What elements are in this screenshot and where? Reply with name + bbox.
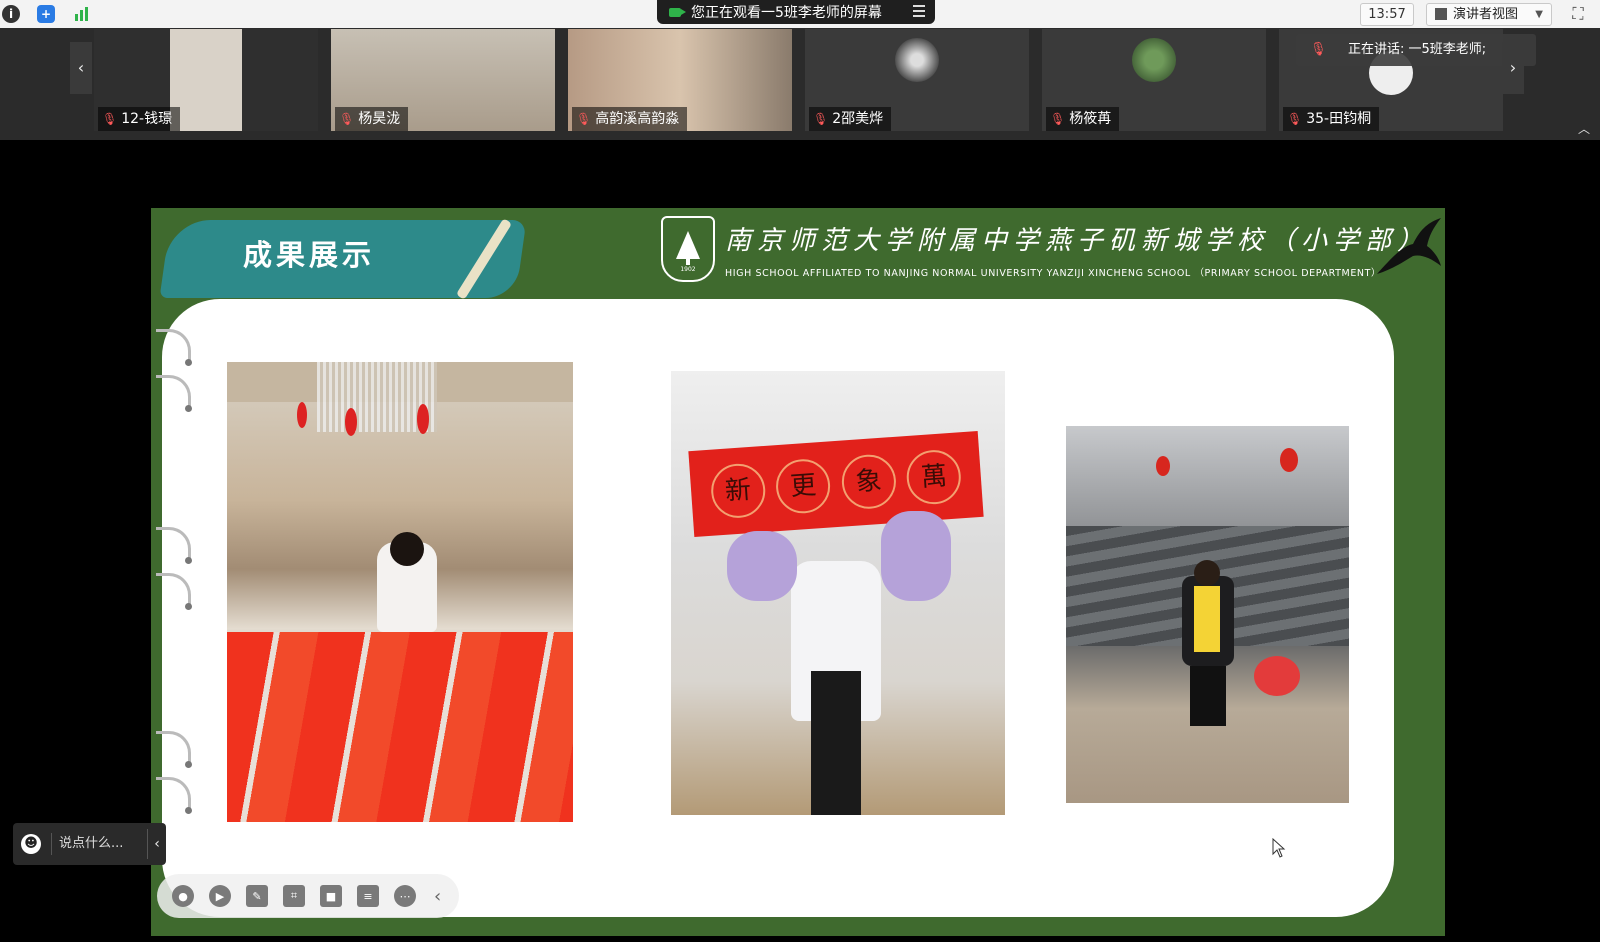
fullscreen-icon[interactable]: ⛶ xyxy=(1568,4,1588,24)
school-logo: 1902 xyxy=(661,216,715,282)
emoji-icon[interactable]: ☻ xyxy=(21,834,41,854)
bar-chart-icon[interactable] xyxy=(72,5,90,23)
photo-holding-banner: 新 更 象 萬 xyxy=(671,371,1005,815)
info-icon[interactable]: i xyxy=(2,5,20,23)
prev-page-button[interactable]: ‹ xyxy=(70,42,92,94)
collapse-strip-icon[interactable]: ︿ xyxy=(1578,120,1590,137)
divider xyxy=(51,833,52,855)
school-name-cn: 南京师范大学附属中学燕子矶新城学校（小学部） xyxy=(725,226,1430,256)
school-name-en: HIGH SCHOOL AFFILIATED TO NANJING NORMAL… xyxy=(725,268,1382,279)
binder-ring xyxy=(156,527,192,564)
participant-name: 高韵溪高韵淼 xyxy=(595,111,680,127)
pen-icon[interactable]: ✎ xyxy=(246,885,268,907)
shield-icon[interactable]: + xyxy=(37,5,55,23)
banner-character: 象 xyxy=(839,452,898,511)
avatar xyxy=(1132,38,1176,82)
banner-character: 新 xyxy=(709,462,767,520)
chat-icon[interactable]: ≡ xyxy=(357,885,379,907)
participant-name: 杨昊泷 xyxy=(358,111,401,127)
share-camera-icon xyxy=(669,7,686,17)
participant-name-tag: 🎙 杨昊泷 xyxy=(335,107,409,131)
chat-placeholder[interactable]: 说点什么... xyxy=(59,823,123,865)
photo-writing-couplets xyxy=(227,362,573,822)
svg-text:1902: 1902 xyxy=(680,266,695,273)
shared-screen-slide: 成果展示 1902 南京师范大学附属中学燕子矶新城学校（小学部） HIGH SC… xyxy=(151,208,1445,936)
participant-name: 杨筱苒 xyxy=(1069,111,1112,127)
chat-input-box[interactable]: ☻ 说点什么... ‹ xyxy=(13,823,166,865)
screen-share-indicator[interactable]: 您正在观看一5班李老师的屏幕 xyxy=(657,0,935,24)
play-icon[interactable]: ▶ xyxy=(209,885,231,907)
chevron-left-icon: ‹ xyxy=(77,58,85,77)
collapse-chat-button[interactable]: ‹ xyxy=(147,829,166,859)
top-bar: i + 您正在观看一5班李老师的屏幕 13:57 演讲者视图 ▼ ⛶ xyxy=(0,0,1600,28)
muted-mic-icon: 🎙 xyxy=(1050,112,1066,126)
binder-ring xyxy=(156,731,192,768)
participant-tile[interactable]: 🎙 12-钱璟 xyxy=(94,29,318,131)
active-speaker-text: 正在讲话: 一5班李老师; xyxy=(1348,42,1487,57)
layout-icon xyxy=(1435,8,1447,20)
binder-ring xyxy=(156,375,192,412)
participant-name-tag: 🎙 12-钱璟 xyxy=(98,107,181,131)
view-mode-label: 演讲者视图 xyxy=(1453,7,1519,22)
next-page-button[interactable]: › xyxy=(1502,42,1524,94)
participant-name: 12-钱璟 xyxy=(121,111,173,127)
muted-mic-icon: 🎙 xyxy=(576,112,592,126)
menu-icon[interactable] xyxy=(913,5,925,17)
chevron-left-icon[interactable]: ‹ xyxy=(434,886,441,907)
watching-text: 您正在观看一5班李老师的屏幕 xyxy=(691,5,882,21)
participant-name-tag: 🎙 35-田钧桐 xyxy=(1283,107,1380,131)
binder-ring xyxy=(156,329,192,366)
participant-tile[interactable]: 🎙 高韵溪高韵淼 xyxy=(568,29,792,131)
video-camera-icon[interactable]: ■ xyxy=(320,885,342,907)
muted-mic-icon: 🎙 xyxy=(813,112,829,126)
pointer-icon[interactable]: ● xyxy=(172,885,194,907)
participant-name-tag: 🎙 高韵溪高韵淼 xyxy=(572,107,688,131)
banner-character: 萬 xyxy=(905,448,963,506)
chevron-right-icon: › xyxy=(1509,58,1517,77)
participant-tile[interactable]: 🎙 2邵美烨 xyxy=(805,29,1029,131)
participant-strip: ‹ 🎙 12-钱璟 🎙 杨昊泷 🎙 高韵溪高韵淼 🎙 2邵美烨 🎙 杨筱苒 🎙 35-田钧桐… xyxy=(0,28,1600,140)
avatar xyxy=(895,38,939,82)
muted-mic-icon: 🎙 xyxy=(102,112,118,126)
view-mode-button[interactable]: 演讲者视图 ▼ xyxy=(1426,3,1552,26)
participant-name-tag: 🎙 杨筱苒 xyxy=(1046,107,1120,131)
binder-ring xyxy=(156,573,192,610)
binder-ring xyxy=(156,777,192,814)
participant-name: 35-田钧桐 xyxy=(1306,111,1372,127)
chevron-down-icon: ▼ xyxy=(1535,9,1543,20)
photo-boy-with-lantern xyxy=(1066,426,1349,803)
muted-mic-icon: 🎙 xyxy=(1287,112,1303,126)
banner-character: 更 xyxy=(774,457,833,516)
slide-title: 成果展示 xyxy=(243,238,376,272)
participant-tile[interactable]: 🎙 杨昊泷 xyxy=(331,29,555,131)
participant-name-tag: 🎙 2邵美烨 xyxy=(809,107,892,131)
more-icon[interactable]: ⋯ xyxy=(394,885,416,907)
meeting-timer: 13:57 xyxy=(1360,3,1414,26)
annotation-toolbar: ● ▶ ✎ ⌗ ■ ≡ ⋯ ‹ xyxy=(157,874,459,918)
swallow-icon xyxy=(1377,218,1441,274)
participant-tile[interactable]: 🎙 杨筱苒 xyxy=(1042,29,1266,131)
participant-name: 2邵美烨 xyxy=(832,111,884,127)
active-speaker-banner: 🎙 正在讲话: 一5班李老师; xyxy=(1296,34,1536,66)
muted-mic-icon: 🎙 xyxy=(339,112,355,126)
screenshot-icon[interactable]: ⌗ xyxy=(283,885,305,907)
mic-icon: 🎙 xyxy=(1310,42,1327,57)
